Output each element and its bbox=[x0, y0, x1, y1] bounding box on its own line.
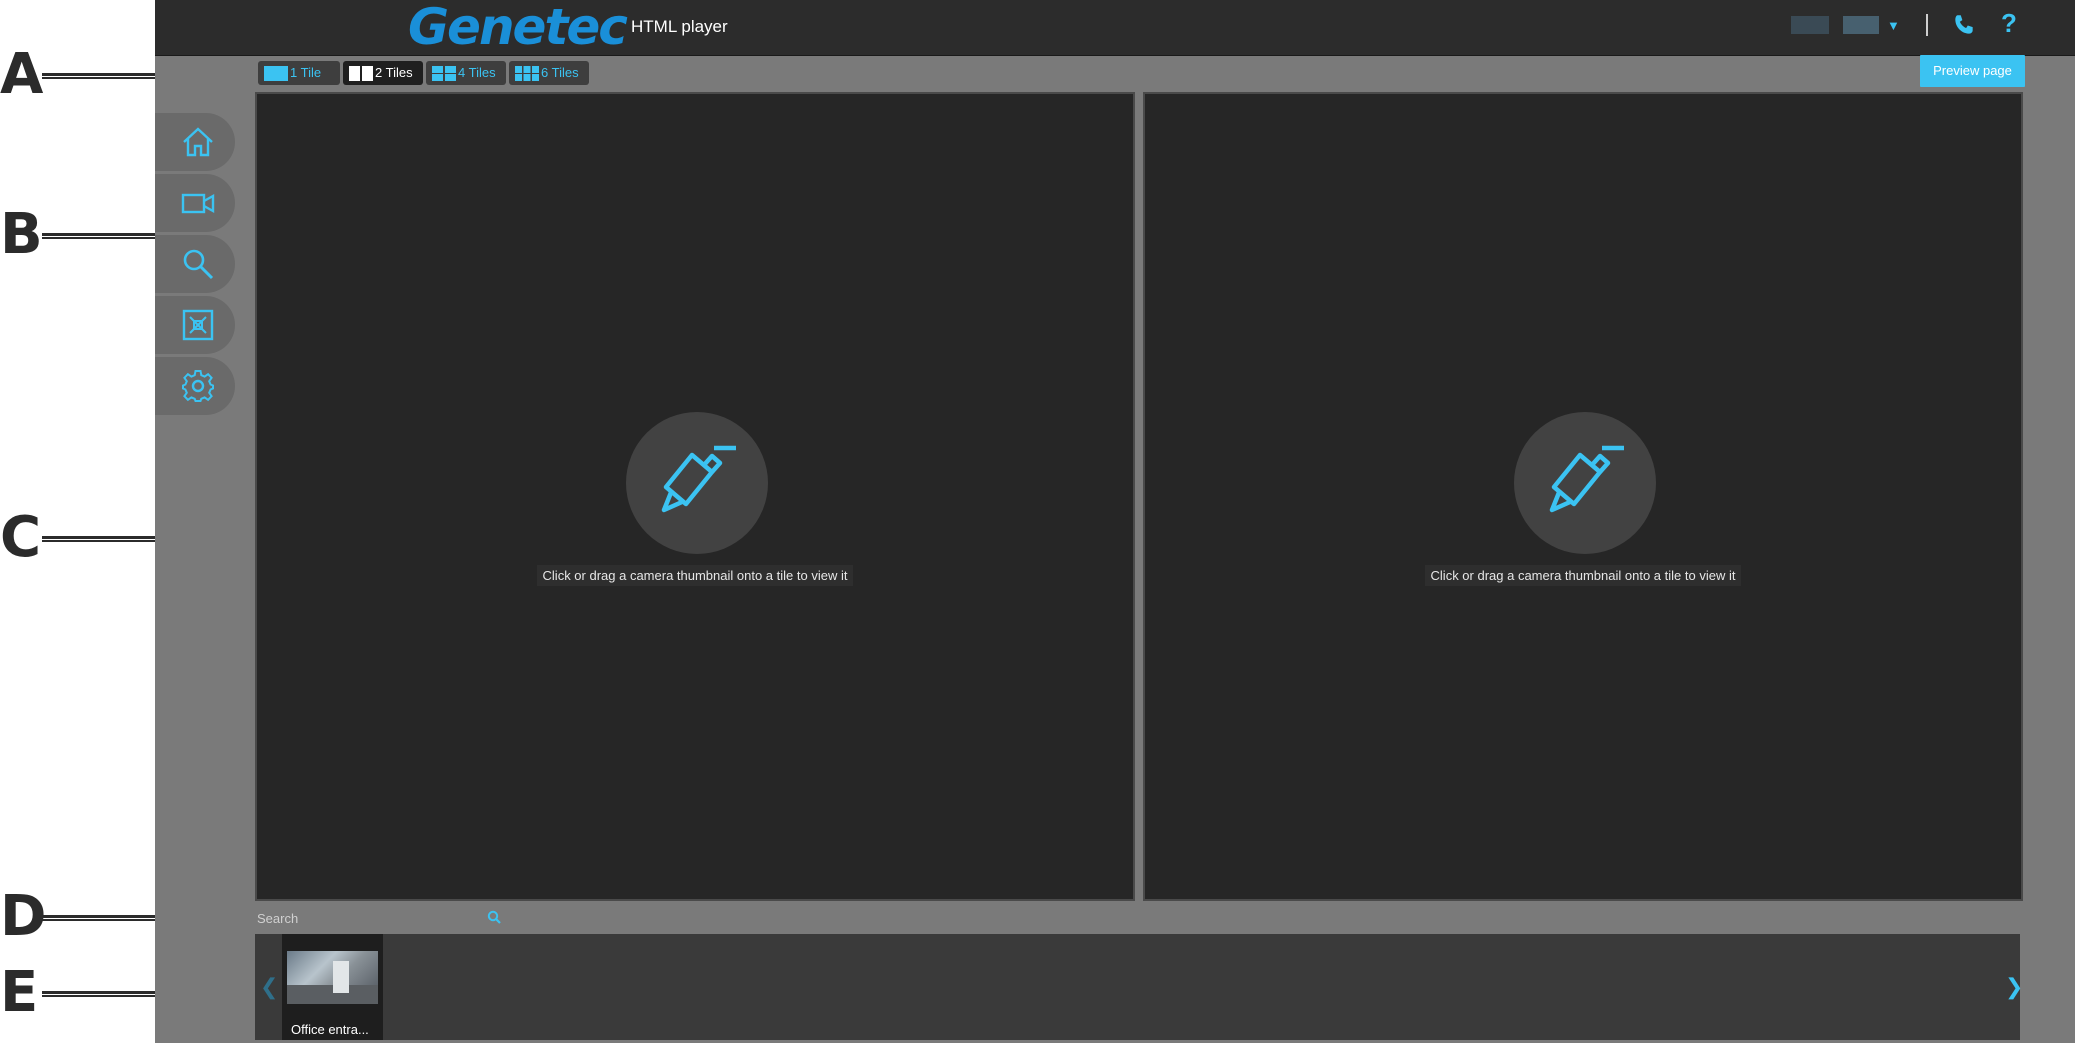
html-player-app: Genetec HTML player ▼ ? 1 Tile 2 Tiles 4… bbox=[155, 0, 2075, 1043]
layout-label: 4 Tiles bbox=[458, 65, 496, 80]
tile-hint-text: Click or drag a camera thumbnail onto a … bbox=[1424, 565, 1742, 586]
nav-home[interactable] bbox=[155, 113, 235, 171]
user-menu[interactable]: ▼ bbox=[1791, 15, 1901, 37]
phone-icon[interactable] bbox=[1951, 12, 1981, 42]
home-icon bbox=[183, 127, 213, 157]
single-tile-icon bbox=[264, 66, 288, 81]
layout-label: 1 Tile bbox=[290, 65, 322, 80]
callout-letter: E bbox=[0, 960, 39, 1025]
camera-placeholder bbox=[1514, 412, 1656, 554]
security-camera-icon bbox=[661, 445, 736, 513]
preview-page-button[interactable]: Preview page bbox=[1920, 55, 2025, 87]
two-tiles-icon bbox=[349, 66, 373, 81]
layout-6-tiles-button[interactable]: 6 Tiles bbox=[509, 61, 589, 85]
camera-placeholder bbox=[626, 412, 768, 554]
preview-door bbox=[333, 961, 349, 993]
layout-label: 6 Tiles bbox=[541, 65, 579, 80]
genetec-logo: Genetec bbox=[408, 0, 628, 56]
gear-icon bbox=[182, 370, 214, 402]
camera-name: Office entra... bbox=[291, 1022, 369, 1037]
tile-hint: Click or drag a camera thumbnail onto a … bbox=[1145, 565, 2021, 586]
divider bbox=[1926, 14, 1928, 36]
tile-hint: Click or drag a camera thumbnail onto a … bbox=[257, 565, 1133, 586]
user-name-redacted bbox=[1791, 16, 1829, 34]
four-tiles-icon bbox=[432, 66, 456, 81]
camera-search-input[interactable] bbox=[255, 906, 499, 930]
nav-fullscreen[interactable] bbox=[155, 296, 235, 354]
camera-thumbnail[interactable]: Office entra... bbox=[282, 934, 383, 1040]
nav-cameras[interactable] bbox=[155, 174, 235, 232]
camera-thumbnail-strip bbox=[255, 934, 2020, 1040]
callout-letter: D bbox=[0, 884, 47, 949]
camera-preview-image bbox=[287, 951, 378, 1004]
app-title: HTML player bbox=[631, 17, 728, 36]
callout-letter: B bbox=[0, 202, 43, 267]
search-icon[interactable] bbox=[487, 910, 501, 924]
layout-label: 2 Tiles bbox=[375, 65, 413, 80]
camera-icon bbox=[181, 193, 215, 214]
help-icon[interactable]: ? bbox=[2001, 8, 2017, 39]
callout-letter: C bbox=[0, 505, 42, 570]
search-icon bbox=[183, 249, 214, 280]
chevron-down-icon: ▼ bbox=[1887, 18, 1900, 33]
fullscreen-icon bbox=[182, 309, 214, 341]
user-name-redacted bbox=[1843, 16, 1879, 34]
video-tile-1[interactable]: Click or drag a camera thumbnail onto a … bbox=[255, 92, 1135, 901]
chevron-left-icon[interactable]: ❮ bbox=[260, 974, 278, 1000]
callout-letter: A bbox=[0, 42, 44, 107]
layout-4-tiles-button[interactable]: 4 Tiles bbox=[426, 61, 506, 85]
tile-hint-text: Click or drag a camera thumbnail onto a … bbox=[536, 565, 854, 586]
video-tile-2[interactable]: Click or drag a camera thumbnail onto a … bbox=[1143, 92, 2023, 901]
layout-2-tiles-button[interactable]: 2 Tiles bbox=[343, 61, 423, 85]
nav-settings[interactable] bbox=[155, 357, 235, 415]
chevron-right-icon[interactable]: ❯ bbox=[2005, 974, 2023, 1000]
top-header: Genetec HTML player ▼ ? bbox=[155, 0, 2075, 56]
nav-search[interactable] bbox=[155, 235, 235, 293]
six-tiles-icon bbox=[515, 66, 539, 81]
layout-1-tile-button[interactable]: 1 Tile bbox=[258, 61, 340, 85]
security-camera-icon bbox=[1549, 445, 1624, 513]
